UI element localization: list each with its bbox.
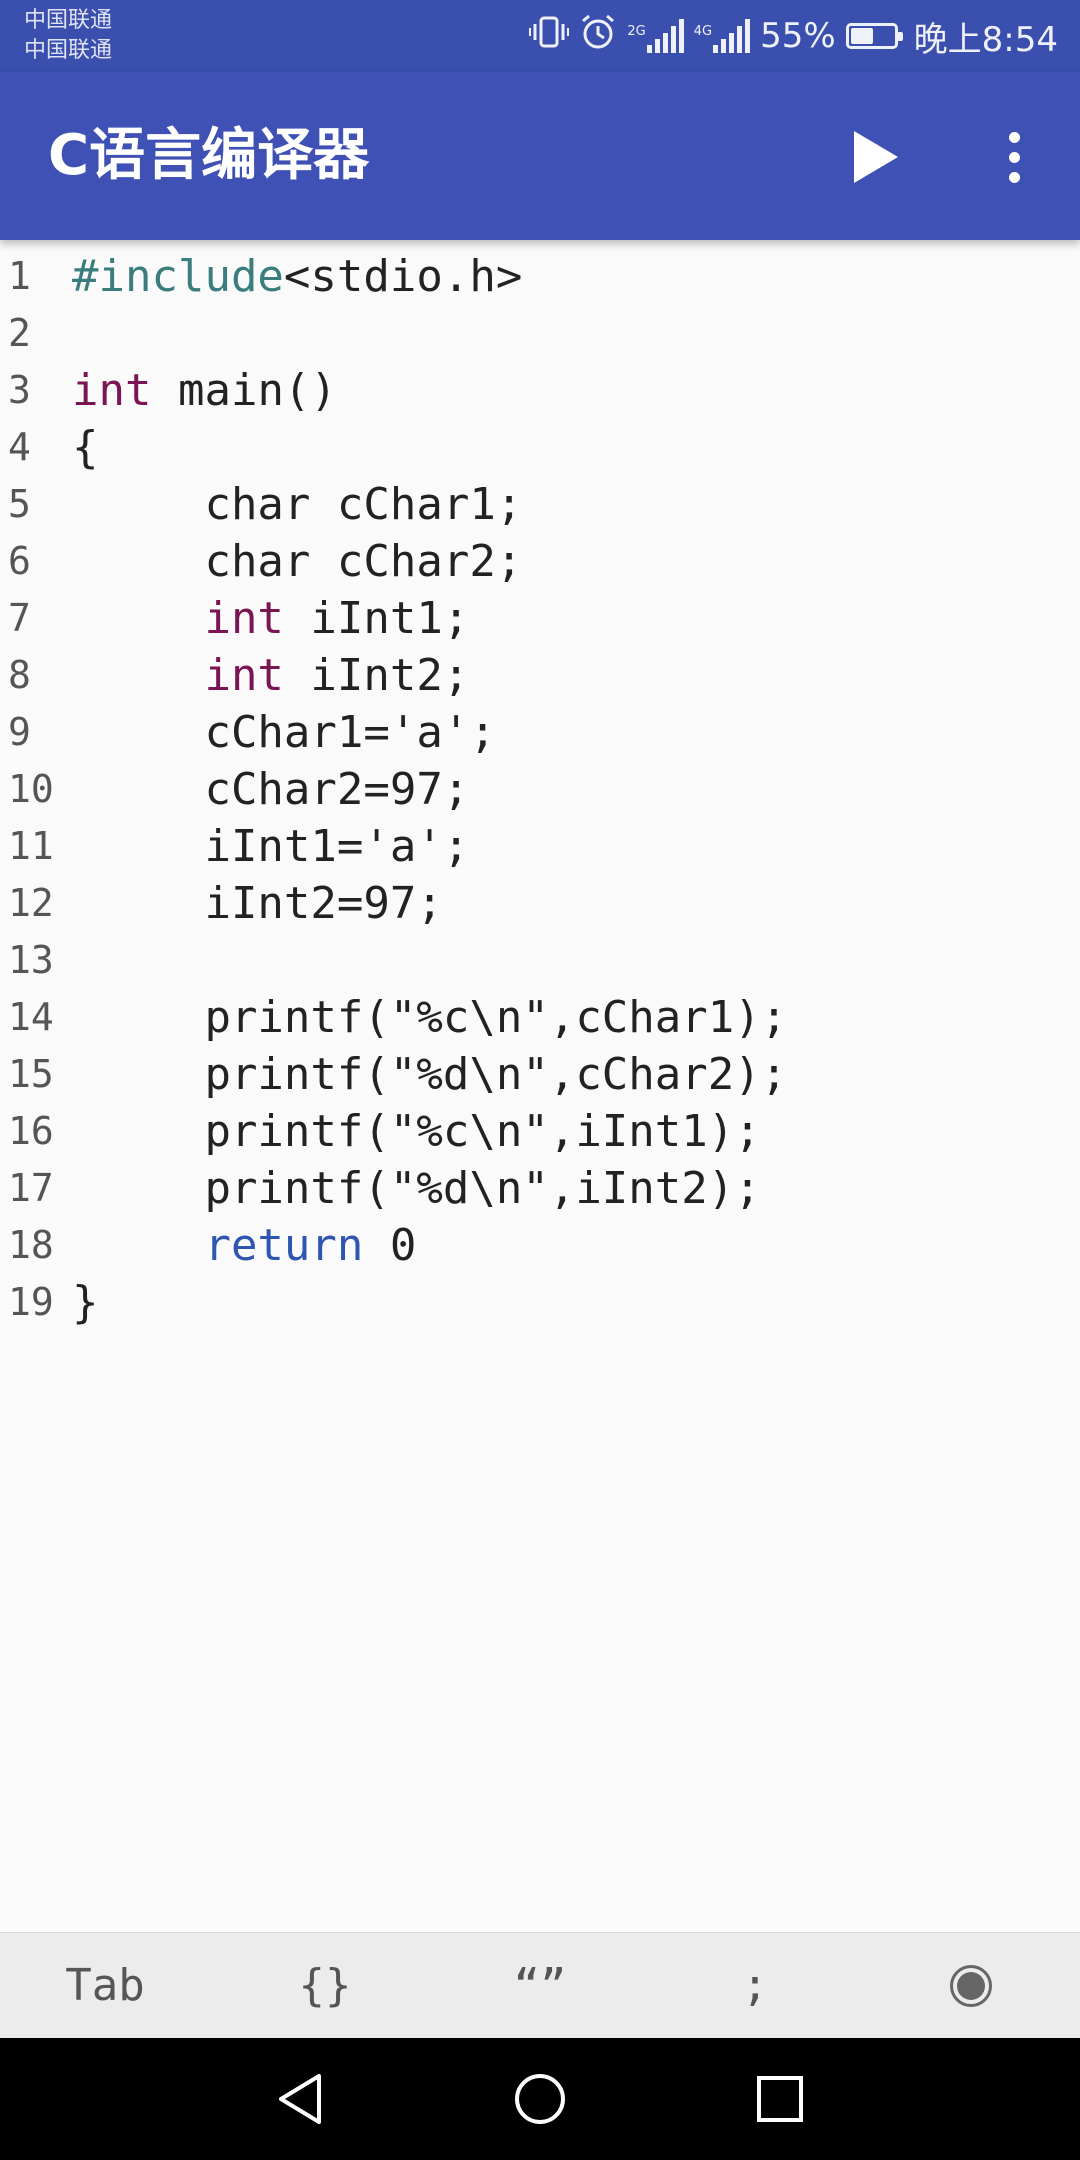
status-icons: 2G 4G 55% 晚上8:54 xyxy=(529,0,1058,72)
line-number: 10 xyxy=(8,767,54,811)
code-line[interactable]: 5 char cChar1; xyxy=(0,476,1080,533)
carrier-info: 中国联通 中国联通 xyxy=(24,6,112,66)
code-editor[interactable]: 1 #include<stdio.h> 2 3 int main() 4{5 char c… xyxy=(0,248,1080,1932)
back-button[interactable] xyxy=(240,2038,360,2160)
alarm-icon xyxy=(579,14,617,59)
line-code[interactable]: printf("%c\n",cChar1); xyxy=(72,989,787,1046)
line-number: 5 xyxy=(8,482,31,526)
battery-percent: 55% xyxy=(760,16,836,56)
line-code[interactable]: printf("%d\n",cChar2); xyxy=(72,1046,787,1103)
line-number: 7 xyxy=(8,596,31,640)
line-number: 9 xyxy=(8,710,31,754)
line-number: 13 xyxy=(8,938,54,982)
line-number: 4 xyxy=(8,425,31,469)
code-line[interactable]: 17 printf("%d\n",iInt2); xyxy=(0,1160,1080,1217)
quotes-key-button[interactable]: “” xyxy=(475,1933,605,2039)
more-vert-icon xyxy=(1008,131,1020,183)
line-number: 1 xyxy=(8,254,31,298)
code-line[interactable]: 19} xyxy=(0,1274,1080,1331)
more-options-button[interactable] xyxy=(986,122,1042,192)
line-code[interactable]: iInt1='a'; xyxy=(72,818,469,875)
code-line[interactable]: 14 printf("%c\n",cChar1); xyxy=(0,989,1080,1046)
app-title: C语言编译器 xyxy=(48,123,370,188)
line-code[interactable]: { xyxy=(72,419,99,476)
shortcut-bar: Tab {} “” ; xyxy=(0,1932,1080,2039)
braces-key-button[interactable]: {} xyxy=(260,1933,390,2039)
code-line[interactable]: 8 int iInt2; xyxy=(0,647,1080,704)
code-line[interactable]: 13 xyxy=(0,932,1080,989)
line-code[interactable]: iInt2=97; xyxy=(72,875,442,932)
signal-4g-icon: 4G xyxy=(694,19,751,53)
code-line[interactable]: 10 cChar2=97; xyxy=(0,761,1080,818)
code-line[interactable]: 6 char cChar2; xyxy=(0,533,1080,590)
back-icon xyxy=(279,2074,321,2124)
play-icon xyxy=(854,131,898,183)
vibrate-icon xyxy=(529,14,570,59)
line-number: 8 xyxy=(8,653,31,697)
line-code[interactable]: int main() xyxy=(72,362,337,419)
code-line[interactable]: 4{ xyxy=(0,419,1080,476)
line-number: 16 xyxy=(8,1109,54,1153)
recents-button[interactable] xyxy=(720,2038,840,2160)
code-line[interactable]: 3 int main() xyxy=(0,362,1080,419)
battery-fill xyxy=(850,28,874,44)
code-line[interactable]: 18 return 0 xyxy=(0,1217,1080,1274)
semicolon-key-button[interactable]: ; xyxy=(690,1933,820,2039)
line-number: 19 xyxy=(8,1280,54,1324)
line-code[interactable]: char cChar1; xyxy=(72,476,522,533)
line-code[interactable]: int iInt2; xyxy=(72,647,469,704)
line-number: 3 xyxy=(8,368,31,412)
line-code[interactable]: printf("%c\n",iInt1); xyxy=(72,1103,760,1160)
line-code[interactable]: #include<stdio.h> xyxy=(72,248,522,305)
code-line[interactable]: 2 xyxy=(0,305,1080,362)
record-icon[interactable] xyxy=(950,1965,992,2007)
line-number: 6 xyxy=(8,539,31,583)
signal-2g-icon: 2G xyxy=(627,19,684,53)
code-line[interactable]: 15 printf("%d\n",cChar2); xyxy=(0,1046,1080,1103)
line-code[interactable]: printf("%d\n",iInt2); xyxy=(72,1160,760,1217)
app-bar: C语言编译器 xyxy=(0,72,1080,240)
line-code[interactable]: cChar2=97; xyxy=(72,761,469,818)
status-time: 晚上8:54 xyxy=(913,19,1058,60)
home-button[interactable] xyxy=(480,2038,600,2160)
code-line[interactable]: 7 int iInt1; xyxy=(0,590,1080,647)
code-line[interactable]: 11 iInt1='a'; xyxy=(0,818,1080,875)
line-number: 15 xyxy=(8,1052,54,1096)
home-icon xyxy=(515,2074,565,2124)
line-number: 14 xyxy=(8,995,54,1039)
line-code[interactable]: return 0 xyxy=(72,1217,416,1274)
recents-icon xyxy=(757,2076,803,2122)
line-number: 2 xyxy=(8,311,31,355)
line-number: 17 xyxy=(8,1166,54,1210)
battery-icon xyxy=(845,23,903,49)
line-number: 18 xyxy=(8,1223,54,1267)
status-bar: 中国联通 中国联通 2G 4G 55% 晚上8:54 xyxy=(0,0,1080,72)
line-code[interactable]: cChar1='a'; xyxy=(72,704,495,761)
carrier-1: 中国联通 xyxy=(24,8,113,33)
line-code[interactable]: } xyxy=(72,1274,99,1331)
code-line[interactable]: 9 cChar1='a'; xyxy=(0,704,1080,761)
tab-key-button[interactable]: Tab xyxy=(40,1933,170,2039)
line-code[interactable]: char cChar2; xyxy=(72,533,522,590)
code-line[interactable]: 16 printf("%c\n",iInt1); xyxy=(0,1103,1080,1160)
line-number: 11 xyxy=(8,824,54,868)
carrier-2: 中国联通 xyxy=(24,38,113,63)
code-line[interactable]: 12 iInt2=97; xyxy=(0,875,1080,932)
navigation-bar xyxy=(0,2038,1080,2160)
code-line[interactable]: 1 #include<stdio.h> xyxy=(0,248,1080,305)
line-number: 12 xyxy=(8,881,54,925)
line-code[interactable]: int iInt1; xyxy=(72,590,469,647)
run-button[interactable] xyxy=(840,122,910,192)
